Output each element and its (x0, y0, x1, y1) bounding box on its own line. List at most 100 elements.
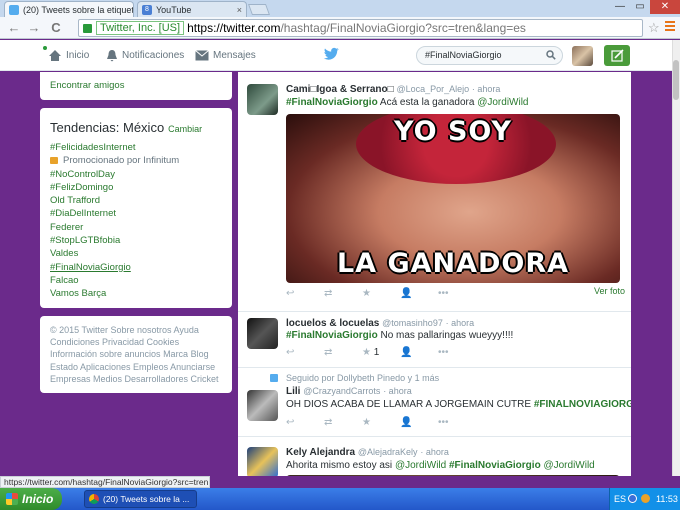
reload-button[interactable]: C (48, 20, 64, 36)
tweet-hashtag[interactable]: #FinalNoviaGiorgio (286, 330, 378, 341)
search-input[interactable]: #FinalNoviaGiorgio (416, 46, 563, 65)
trend-item[interactable]: #DiaDelInternet (50, 207, 222, 220)
page-scrollbar[interactable] (672, 40, 680, 476)
tweet-avatar[interactable] (247, 318, 278, 349)
tweet[interactable]: Seguido por Dollybeth Pinedo y 1 más Lil… (238, 368, 631, 437)
tweet-time[interactable]: · ahora (446, 318, 475, 328)
tweet-time[interactable]: · ahora (472, 84, 501, 94)
tweet-avatar[interactable] (247, 390, 278, 421)
nav-home[interactable]: Inicio (48, 40, 89, 71)
maximize-button[interactable]: ▭ (630, 0, 650, 14)
tweet[interactable]: Kely Alejandra @AlejadraKely · ahora Aho… (238, 437, 631, 476)
minimize-button[interactable]: — (610, 0, 630, 14)
tweet-actions: ↩ ⇄ ★ 1 👤 ••• (286, 347, 476, 358)
search-icon[interactable] (546, 50, 556, 60)
reply-icon[interactable]: ↩ (286, 288, 324, 299)
follow-context-icon (270, 374, 278, 382)
scrollbar-thumb[interactable] (673, 60, 679, 100)
trend-item[interactable]: #NoControlDay (50, 168, 222, 181)
retweet-icon[interactable]: ⇄ (324, 288, 362, 299)
tweet-mention[interactable]: @JordiWild (543, 460, 594, 471)
start-button[interactable]: Inicio (0, 488, 62, 510)
tab-title: (20) Tweets sobre la etiquet (23, 4, 134, 15)
nav-notifications[interactable]: Notificaciones (106, 40, 184, 71)
more-icon[interactable]: ••• (438, 417, 476, 428)
trend-item[interactable]: #StopLGTBfobia (50, 234, 222, 247)
twitter-bird-icon[interactable] (323, 47, 340, 61)
language-indicator[interactable]: ES (614, 494, 626, 504)
trends-change-link[interactable]: Cambiar (168, 124, 202, 134)
tweet-time[interactable]: · ahora (420, 447, 449, 457)
followed-by-note[interactable]: Seguido por Dollybeth Pinedo y 1 más (286, 373, 439, 383)
address-bar[interactable]: Twitter, Inc. [US] https://twitter.com/h… (78, 19, 643, 37)
tweet-hashtag[interactable]: #FinalNoviaGiorgio (286, 97, 378, 108)
tweet-handle[interactable]: @AlejadraKely (358, 447, 418, 457)
footer-line[interactable]: © 2015 Twitter Sobre nosotros Ayuda (50, 324, 222, 336)
help-icon[interactable] (628, 494, 637, 503)
tweet-time[interactable]: · ahora (383, 386, 412, 396)
tweet-mention[interactable]: @JordiWild (477, 97, 528, 108)
tweet-photo[interactable] (286, 475, 620, 476)
back-button[interactable]: ← (6, 20, 22, 36)
tab-youtube[interactable]: 8 YouTube × (137, 1, 247, 17)
find-friends-link[interactable]: Encontrar amigos (50, 80, 124, 91)
tweet-header: locuelos & locuelas @tomasinho97 · ahora (286, 318, 474, 329)
footer-line[interactable]: Información sobre anuncios Marca Blog (50, 348, 222, 360)
view-photo-link[interactable]: Ver foto (594, 286, 625, 296)
tweet-avatar[interactable] (247, 84, 278, 115)
tweet[interactable]: Cami□Igoa & Serrano□ @Loca_Por_Alejo · a… (238, 72, 631, 312)
nav-messages[interactable]: Mensajes (195, 40, 256, 71)
tweet-author[interactable]: Cami□Igoa & Serrano□ (286, 84, 394, 95)
trend-item[interactable]: Vamos Barça (50, 287, 222, 300)
network-icon[interactable] (641, 494, 650, 503)
tweet-actions: ↩ ⇄ ★ 👤 ••• (286, 288, 476, 299)
compose-tweet-button[interactable] (604, 45, 630, 66)
tab-close-icon[interactable]: × (233, 5, 242, 15)
tweet-text: #FinalNoviaGiorgio Acá esta la ganadora … (286, 97, 529, 108)
more-icon[interactable]: ••• (438, 288, 476, 299)
trend-item-current[interactable]: #FinalNoviaGiorgio (50, 261, 222, 274)
user-avatar[interactable] (572, 46, 593, 66)
favorite-icon[interactable]: ★ (362, 417, 400, 428)
tweet-hashtag[interactable]: #FINALNOVIAGIORGIO (534, 399, 631, 410)
tweet-header: Kely Alejandra @AlejadraKely · ahora (286, 447, 449, 458)
follow-icon[interactable]: 👤 (400, 417, 438, 428)
tweet-handle[interactable]: @CrazyandCarrots (303, 386, 380, 396)
retweet-icon[interactable]: ⇄ (324, 347, 362, 358)
tweet-photo[interactable]: YO SOY LA GANADORA (286, 114, 620, 283)
trend-item[interactable]: #FelizDomingo (50, 181, 222, 194)
reply-icon[interactable]: ↩ (286, 417, 324, 428)
new-tab-button[interactable] (247, 4, 271, 15)
bookmark-star-icon[interactable]: ☆ (648, 20, 660, 36)
tab-twitter[interactable]: (20) Tweets sobre la etiquet × (4, 1, 134, 17)
tweet-author[interactable]: Lili (286, 386, 300, 397)
taskbar-item-chrome[interactable]: (20) Tweets sobre la ... (84, 490, 197, 508)
trend-item-promoted[interactable]: #FelicidadesInternet (50, 141, 222, 154)
follow-icon[interactable]: 👤 (400, 347, 438, 358)
follow-icon[interactable]: 👤 (400, 288, 438, 299)
footer-line[interactable]: Empresas Medios Desarrolladores Cricket (50, 373, 222, 385)
trend-item[interactable]: Old Trafford (50, 194, 222, 207)
tweet-author[interactable]: Kely Alejandra (286, 447, 355, 458)
tweet-mention[interactable]: @JordiWild (395, 460, 446, 471)
tweet-avatar[interactable] (247, 447, 278, 476)
tweet-handle[interactable]: @tomasinho97 (382, 318, 443, 328)
trend-item[interactable]: Federer (50, 221, 222, 234)
favorite-icon[interactable]: ★ 1 (362, 347, 400, 358)
more-icon[interactable]: ••• (438, 347, 476, 358)
chrome-menu-icon[interactable] (665, 21, 675, 33)
footer-line[interactable]: Estado Aplicaciones Empleos Anunciarse (50, 361, 222, 373)
trend-item[interactable]: Valdes (50, 247, 222, 260)
reply-icon[interactable]: ↩ (286, 347, 324, 358)
trend-item[interactable]: Falcao (50, 274, 222, 287)
home-icon (49, 50, 61, 61)
tweet-hashtag[interactable]: #FinalNoviaGiorgio (449, 460, 541, 471)
tweet-author[interactable]: locuelos & locuelas (286, 318, 379, 329)
close-window-button[interactable]: ✕ (650, 0, 680, 14)
retweet-icon[interactable]: ⇄ (324, 417, 362, 428)
forward-button[interactable]: → (26, 20, 42, 36)
favorite-icon[interactable]: ★ (362, 288, 400, 299)
footer-line[interactable]: Condiciones Privacidad Cookies (50, 336, 222, 348)
tweet[interactable]: locuelos & locuelas @tomasinho97 · ahora… (238, 312, 631, 368)
tweet-handle[interactable]: @Loca_Por_Alejo (396, 84, 469, 94)
